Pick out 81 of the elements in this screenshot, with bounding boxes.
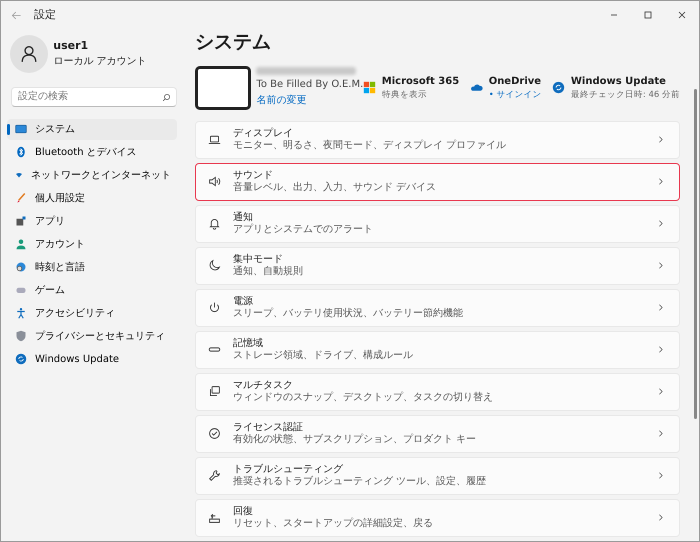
setting-title: 記憶域 <box>233 337 264 350</box>
setting-title: サウンド <box>233 169 274 182</box>
sync-icon <box>15 353 27 365</box>
overlapping-windows-icon <box>208 385 221 398</box>
bluetooth-icon <box>15 146 27 158</box>
scrollbar[interactable] <box>694 89 697 419</box>
rename-link[interactable]: 名前の変更 <box>256 95 306 106</box>
sidebar-item[interactable]: アプリ <box>7 210 177 232</box>
recovery-icon <box>208 511 221 524</box>
sync-icon <box>552 81 566 94</box>
settings-card[interactable]: 回復 リセット、スタートアップの詳細設定、戻る <box>195 498 680 537</box>
device-model: To Be Filled By O.E.M. <box>256 78 364 92</box>
setting-subtitle: 音量レベル、出力、入力、サウンド デバイス <box>233 182 436 194</box>
sidebar-item[interactable]: 時刻と言語 <box>7 256 177 278</box>
maximize-icon[interactable] <box>642 9 654 21</box>
setting-subtitle: 有効化の状態、サブスクリプション、プロダクト キー <box>233 434 476 446</box>
search-icon <box>162 92 171 102</box>
setting-subtitle: アプリとシステムでのアラート <box>233 224 373 236</box>
setting-subtitle: モニター、明るさ、夜間モード、ディスプレイ プロファイル <box>233 140 506 152</box>
close-icon[interactable] <box>676 9 688 21</box>
sidebar-item[interactable]: 個人用設定 <box>7 188 177 208</box>
check-circle-icon <box>208 427 221 440</box>
sidebar-item[interactable]: Bluetooth とデバイス <box>7 142 177 162</box>
setting-subtitle: 通知、自動規則 <box>233 266 303 278</box>
speaker-icon <box>208 175 221 188</box>
globe-clock-icon <box>15 261 27 273</box>
setting-title: マルチタスク <box>233 379 294 392</box>
settings-card[interactable]: ディスプレイ モニター、明るさ、夜間モード、ディスプレイ プロファイル <box>195 120 680 159</box>
setting-title: 通知 <box>233 211 254 224</box>
settings-card[interactable]: トラブルシューティング 推奨されるトラブルシューティング ツール、設定、履歴 <box>195 456 680 495</box>
page-title: システム <box>195 31 272 54</box>
setting-title: ディスプレイ <box>233 127 294 140</box>
avatar <box>10 34 48 72</box>
settings-card[interactable]: ライセンス認証 有効化の状態、サブスクリプション、プロダクト キー <box>195 414 680 453</box>
quick-link-title[interactable]: Windows Update <box>570 74 680 89</box>
setting-title: 回復 <box>233 505 254 518</box>
quick-link-title[interactable]: OneDrive <box>488 74 542 89</box>
laptop-icon <box>208 133 221 146</box>
wrench-icon <box>208 469 221 482</box>
settings-card[interactable]: サウンド 音量レベル、出力、入力、サウンド デバイス <box>195 162 680 201</box>
monitor-icon <box>15 123 27 135</box>
moon-icon <box>208 259 221 272</box>
setting-subtitle: ウィンドウのスナップ、デスクトップ、タスクの切り替え <box>233 392 493 404</box>
setting-subtitle: スリープ、バッテリ使用状況、バッテリー節約機能 <box>233 308 463 320</box>
sidebar-item[interactable]: システム <box>7 118 177 140</box>
sidebar-item[interactable]: Windows Update <box>7 348 177 370</box>
sidebar-item[interactable]: アカウント <box>7 234 177 254</box>
settings-card[interactable]: 記憶域 ストレージ領域、ドライブ、構成ルール <box>195 330 680 369</box>
accessibility-icon <box>15 307 27 319</box>
setting-title: 電源 <box>233 295 254 308</box>
four-squares-icon <box>363 81 376 94</box>
window-title: 設定 <box>34 6 56 23</box>
settings-card[interactable]: 通知 アプリとシステムでのアラート <box>195 204 680 243</box>
person-icon <box>15 238 27 250</box>
power-icon <box>208 301 221 314</box>
account-type: ローカル アカウント <box>53 55 146 70</box>
brush-icon <box>15 192 27 204</box>
setting-title: ライセンス認証 <box>233 421 304 434</box>
setting-title: トラブルシューティング <box>233 463 344 476</box>
settings-card[interactable]: 集中モード 通知、自動規則 <box>195 246 680 285</box>
apps-icon <box>15 215 27 227</box>
sidebar-item[interactable]: ネットワークとインターネット <box>7 164 177 186</box>
quick-link-subtitle: 特典を表示 <box>382 88 428 102</box>
bell-icon <box>208 217 221 230</box>
sidebar-item[interactable]: アクセシビリティ <box>7 302 177 324</box>
sidebar-item[interactable]: プライバシーとセキュリティ <box>7 326 177 346</box>
quick-link-subtitle: • サインイン <box>488 88 542 102</box>
quick-link-title[interactable]: Microsoft 365 <box>382 74 460 89</box>
settings-card[interactable]: 電源 スリープ、バッテリ使用状況、バッテリー節約機能 <box>195 288 680 327</box>
shield-icon <box>15 330 27 342</box>
back-arrow-icon[interactable] <box>11 10 22 20</box>
settings-card[interactable]: マルチタスク ウィンドウのスナップ、デスクトップ、タスクの切り替え <box>195 372 680 411</box>
setting-subtitle: ストレージ領域、ドライブ、構成ルール <box>233 350 413 362</box>
setting-subtitle: リセット、スタートアップの詳細設定、戻る <box>233 518 433 530</box>
setting-subtitle: 推奨されるトラブルシューティング ツール、設定、履歴 <box>233 476 486 488</box>
setting-title: 集中モード <box>233 253 284 266</box>
pc-picture <box>195 66 251 110</box>
quick-link-subtitle: 最終チェック日時: 46 分前 <box>570 88 680 102</box>
sidebar-item[interactable]: ゲーム <box>7 280 177 300</box>
account-name: user1 <box>53 38 90 54</box>
search-field[interactable]: 設定の検索 <box>11 86 177 106</box>
